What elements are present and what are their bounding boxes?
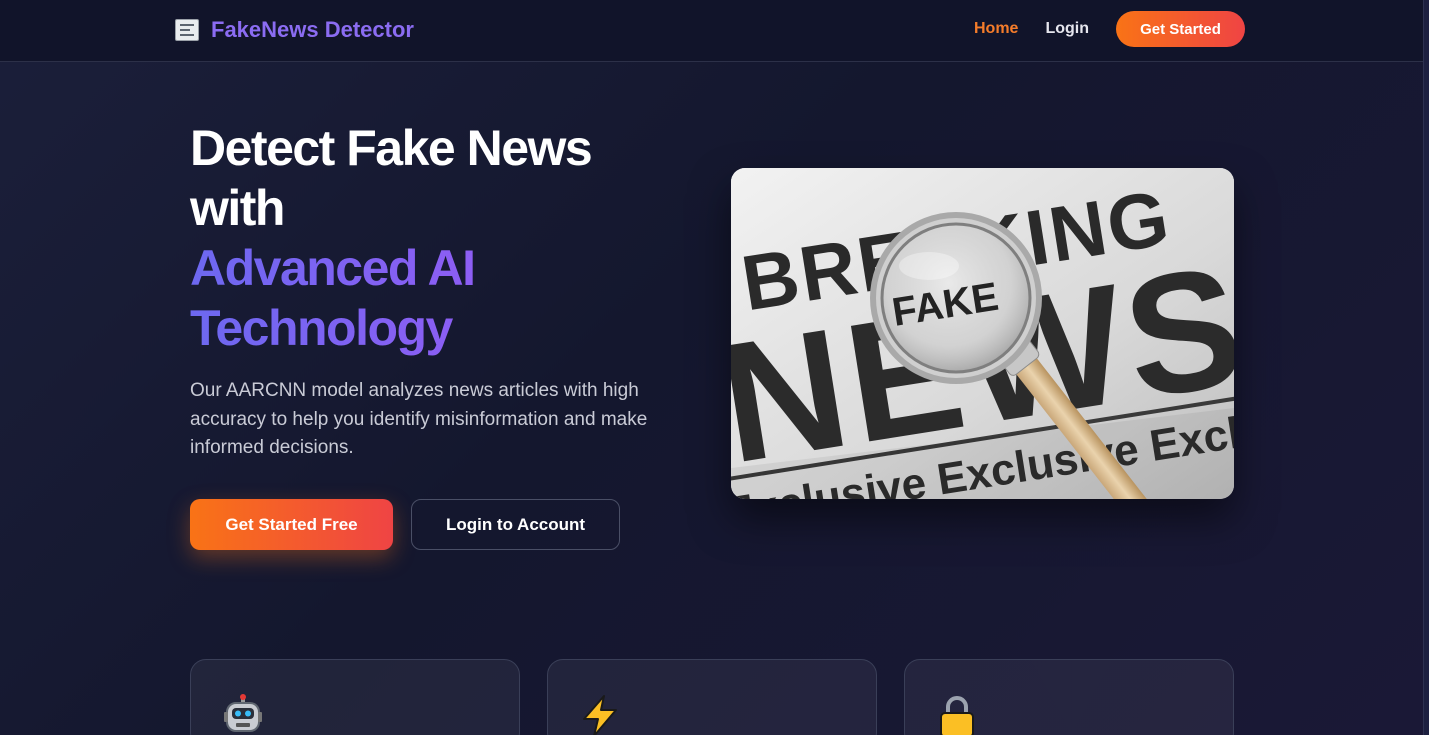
hero-title: Detect Fake News with Advanced AI Techno… <box>190 118 710 358</box>
top-navbar: FakeNews Detector Home Login Get Started <box>0 0 1423 62</box>
feature-card-ai <box>190 659 520 735</box>
scrollbar-thumb[interactable] <box>1423 0 1429 735</box>
hero-description: Our AARCNN model analyzes news articles … <box>190 380 648 458</box>
robot-icon <box>224 694 262 732</box>
page-scrollbar[interactable] <box>1423 0 1429 735</box>
newspaper-icon <box>175 19 199 41</box>
hero-title-accent-line1: Advanced AI <box>190 238 710 298</box>
login-to-account-button[interactable]: Login to Account <box>411 499 620 550</box>
lightning-icon <box>583 695 617 735</box>
get-started-button[interactable]: Get Started <box>1116 11 1245 47</box>
hero-image-breaking-news: BREAKING NEWS Exclusive Exclusive Exclus… <box>731 168 1234 499</box>
brand-name: FakeNews Detector <box>211 17 414 42</box>
lock-icon <box>940 696 974 735</box>
hero-title-accent-line2: Technology <box>190 298 710 358</box>
nav-link-login[interactable]: Login <box>1045 20 1089 38</box>
brand-logo[interactable]: FakeNews Detector <box>175 17 414 43</box>
nav-links: Home Login Get Started <box>974 11 1245 47</box>
nav-link-home[interactable]: Home <box>974 20 1018 38</box>
hero-title-line1: Detect Fake News <box>190 120 593 176</box>
hero-title-line2: with <box>190 180 285 236</box>
feature-card-speed <box>547 659 877 735</box>
get-started-free-button[interactable]: Get Started Free <box>190 499 393 550</box>
feature-card-security <box>904 659 1234 735</box>
